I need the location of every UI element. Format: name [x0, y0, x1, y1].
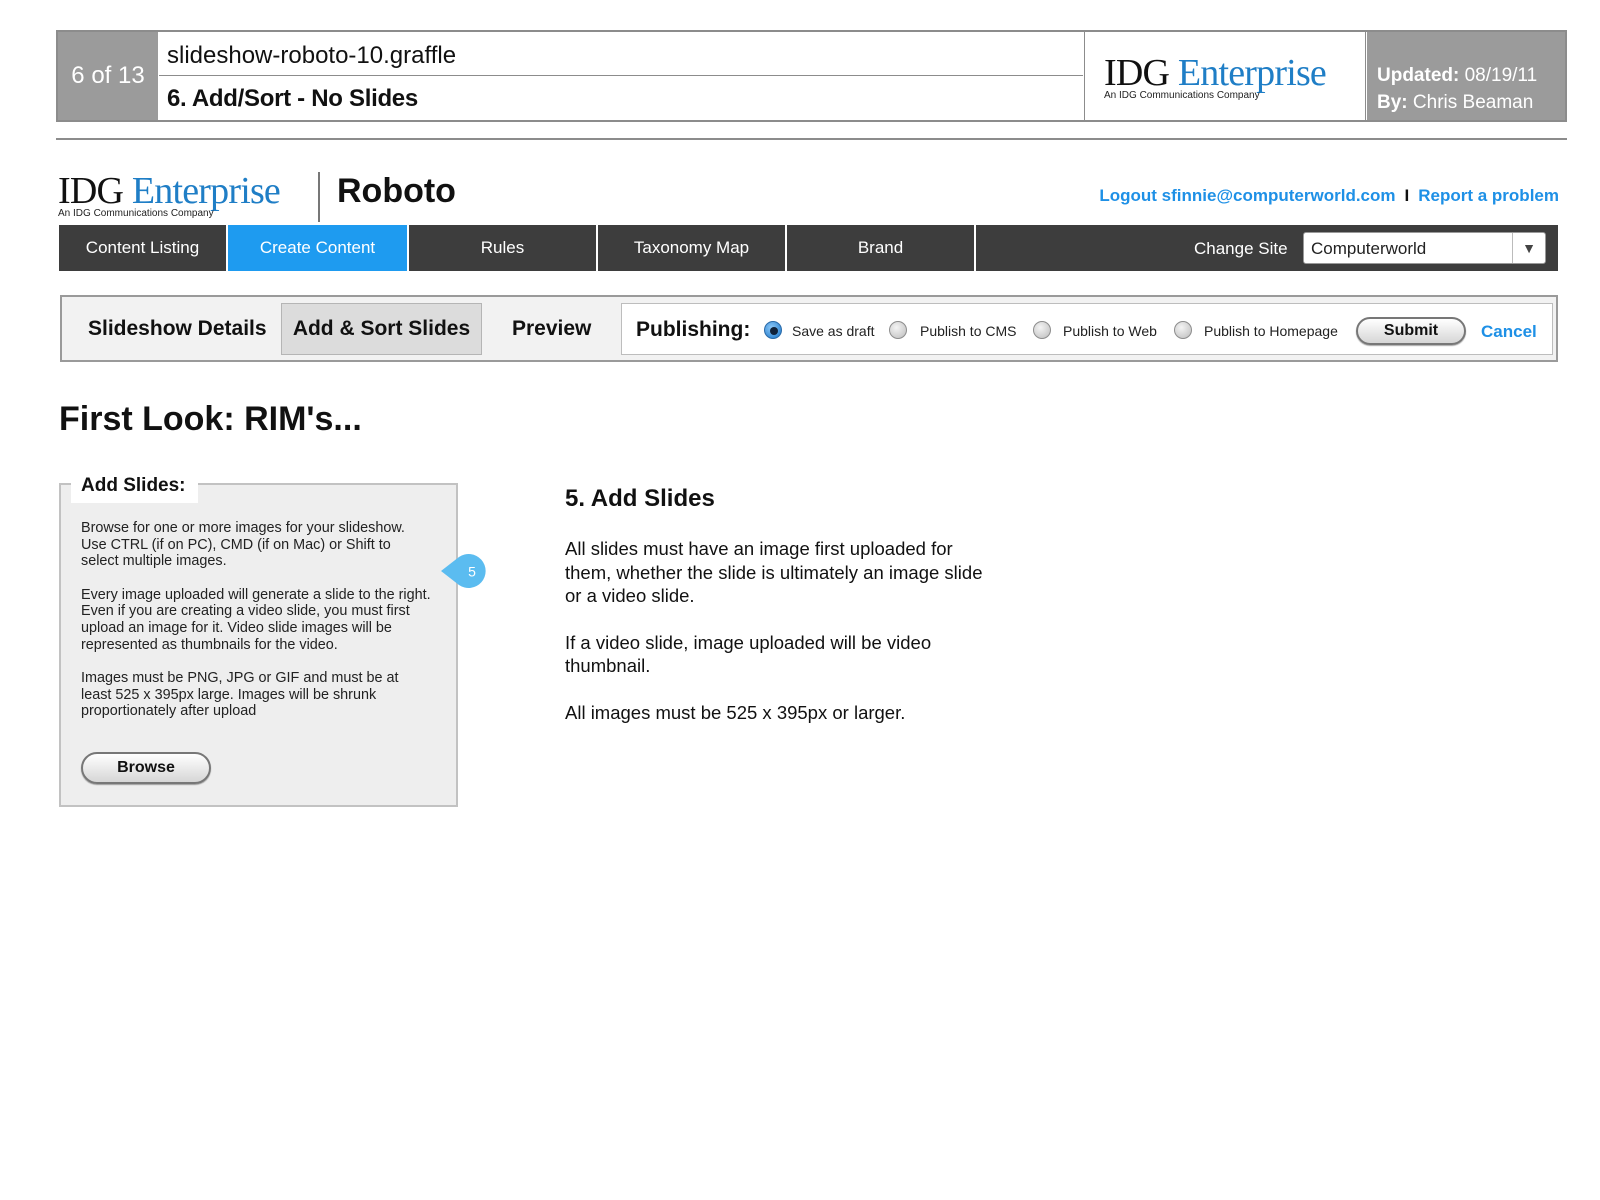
publishing-panel: Publishing: Save as draft Publish to CMS… — [621, 303, 1553, 355]
wireframe-header: 6 of 13 slideshow-roboto-10.graffle 6. A… — [56, 30, 1567, 122]
annotation-paragraph: If a video slide, image uploaded will be… — [565, 631, 932, 677]
link-separator: I — [1404, 186, 1410, 205]
instruction-paragraph: Browse for one or more images for your s… — [81, 520, 405, 570]
updated-label: Updated: — [1377, 65, 1460, 86]
radio-publish-to-web[interactable] — [1033, 321, 1051, 339]
app-logo-enterprise-text: Enterprise — [131, 170, 281, 212]
radio-publish-to-homepage[interactable] — [1174, 321, 1192, 339]
radio-label-publish-to-homepage: Publish to Homepage — [1204, 323, 1338, 339]
radio-save-as-draft[interactable] — [764, 321, 782, 339]
cancel-link[interactable]: Cancel — [1481, 322, 1537, 342]
annotation-callout-marker: 5 — [441, 553, 491, 589]
annotation-body: All slides must have an image first uplo… — [565, 537, 985, 747]
tab-preview[interactable]: Preview — [512, 297, 591, 360]
add-slides-instructions: Browse for one or more images for your s… — [81, 520, 431, 737]
radio-label-publish-to-web: Publish to Web — [1063, 323, 1157, 339]
logo-idg-text: IDG — [1104, 52, 1170, 94]
callout-bubble-icon: 5 — [441, 554, 486, 588]
by-label: By: — [1377, 92, 1408, 113]
main-nav: Content Listing Create Content Rules Tax… — [59, 225, 1558, 271]
annotation-title: 5. Add Slides — [565, 485, 715, 512]
top-links: Logout sfinnie@computerworld.com I Report … — [1099, 186, 1559, 206]
tab-add-sort-slides[interactable]: Add & Sort Slides — [281, 303, 482, 355]
report-problem-link[interactable]: Report a problem — [1418, 186, 1559, 205]
radio-label-save-as-draft: Save as draft — [792, 323, 875, 339]
add-slides-legend: Add Slides: — [71, 469, 198, 503]
page-counter: 6 of 13 — [58, 32, 158, 120]
tab-slideshow-details[interactable]: Slideshow Details — [88, 297, 267, 360]
instruction-paragraph: Every image uploaded will generate a sli… — [81, 586, 431, 653]
wireframe-meta: Updated: 08/19/11 By: Chris Beaman — [1367, 32, 1565, 120]
updated-value: 08/19/11 — [1464, 65, 1538, 86]
nav-taxonomy-map[interactable]: Taxonomy Map — [598, 225, 787, 271]
wireframe-logo-cell: IDG Enterprise An IDG Communications Com… — [1084, 32, 1366, 120]
nav-content-listing[interactable]: Content Listing — [59, 225, 228, 271]
change-site-label: Change Site — [1194, 239, 1288, 258]
wireframe-filename: slideshow-roboto-10.graffle — [159, 32, 1083, 76]
nav-brand[interactable]: Brand — [787, 225, 976, 271]
app-logo-idg-text: IDG — [58, 170, 124, 212]
browse-button[interactable]: Browse — [81, 752, 211, 784]
logo-divider — [318, 172, 320, 222]
logout-link[interactable]: Logout sfinnie@computerworld.com — [1099, 186, 1395, 205]
site-select[interactable]: Computerworld ▼ — [1303, 232, 1546, 264]
annotation-paragraph: All images must be 525 x 395px or larger… — [565, 701, 906, 723]
page-title: First Look: RIM's... — [59, 400, 362, 438]
nav-rules[interactable]: Rules — [409, 225, 598, 271]
site-select-value: Computerworld — [1311, 239, 1427, 258]
wireframe-screen-title: 6. Add/Sort - No Slides — [167, 85, 418, 112]
by-value: Chris Beaman — [1412, 92, 1534, 113]
triangle-down-icon[interactable]: ▼ — [1512, 233, 1545, 263]
app-logo: IDG Enterprise An IDG Communications Com… — [58, 170, 281, 219]
slideshow-tabbar: Slideshow Details Add & Sort Slides Prev… — [60, 295, 1558, 362]
radio-label-publish-to-cms: Publish to CMS — [920, 323, 1017, 339]
callout-number: 5 — [468, 564, 476, 580]
add-slides-panel: Add Slides: Browse for one or more image… — [59, 469, 458, 807]
nav-create-content[interactable]: Create Content — [228, 225, 409, 271]
publishing-label: Publishing: — [636, 318, 751, 341]
radio-publish-to-cms[interactable] — [889, 321, 907, 339]
app-name: Roboto — [337, 172, 456, 210]
instruction-paragraph: Images must be PNG, JPG or GIF and must … — [81, 670, 399, 720]
annotation-paragraph: All slides must have an image first uplo… — [565, 538, 983, 606]
logo-enterprise-text: Enterprise — [1177, 52, 1327, 94]
submit-button[interactable]: Submit — [1356, 317, 1466, 345]
header-divider — [56, 138, 1567, 140]
idg-enterprise-logo: IDG Enterprise An IDG Communications Com… — [1104, 52, 1327, 101]
